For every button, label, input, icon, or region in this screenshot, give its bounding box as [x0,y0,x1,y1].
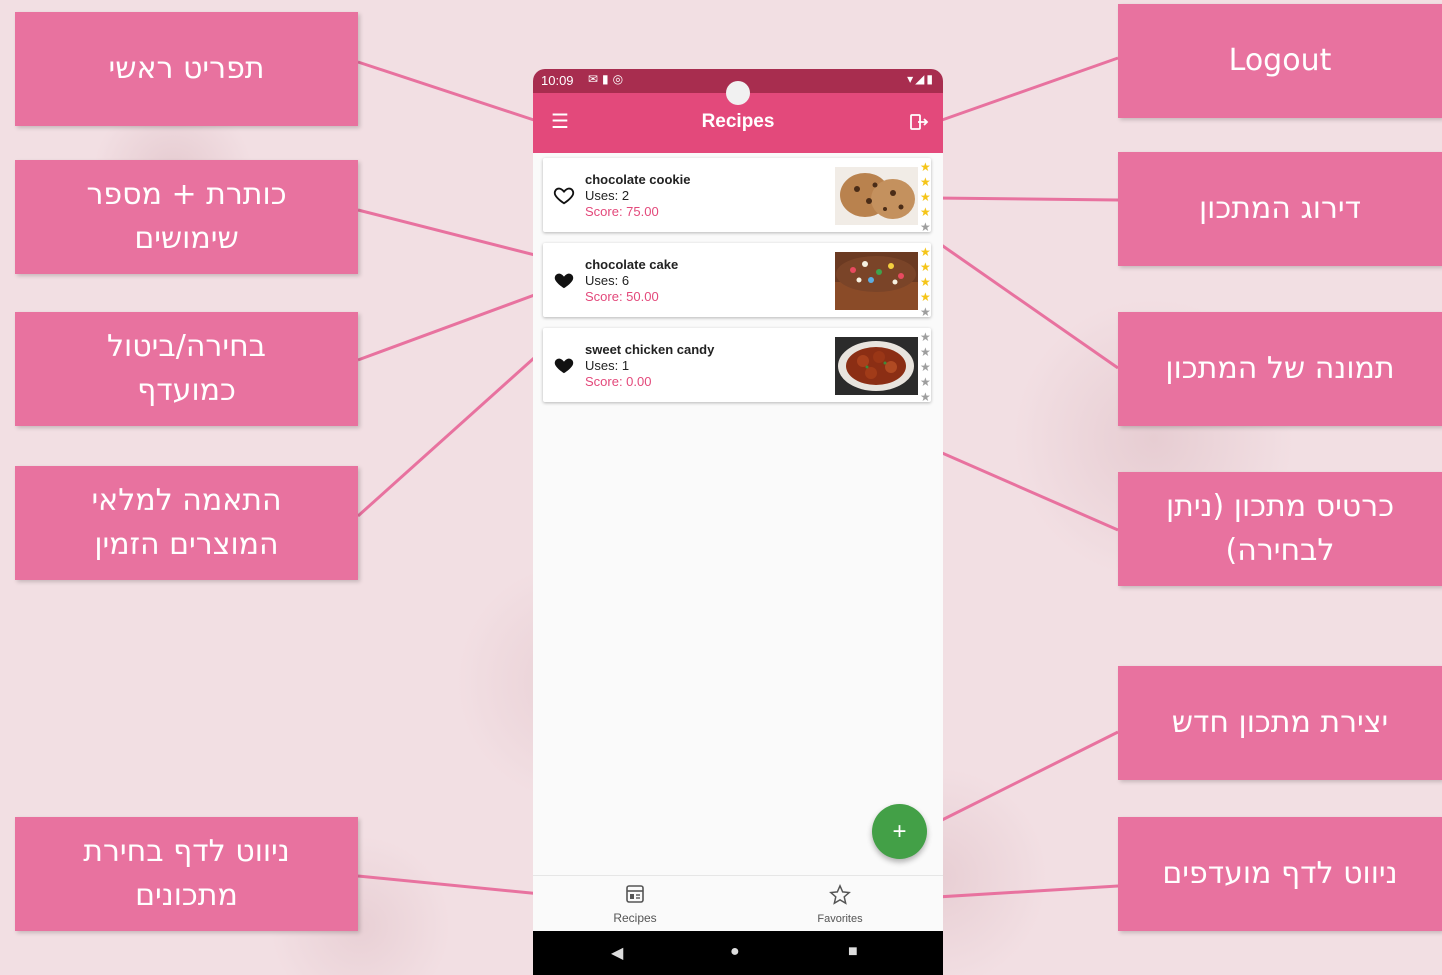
callout-recipe-card-line1: כרטיס מתכון (ניתן [1165,489,1395,524]
nav-favorites-label: Favorites [817,913,863,925]
phone-screen: 10:09 ✉▮◎ ▾◢▮ ☰ Recipes chocolate cookie… [533,69,943,975]
page-title: Recipes [701,111,775,132]
callout-new-recipe-text: יצירת מתכון חדש [1171,705,1389,740]
star-filled-icon: ★ [920,160,931,174]
callout-title-uses: כותרת + מספר שימושים [15,160,358,274]
callout-favorite-toggle: בחירה/ביטול כמועדף [15,312,358,426]
recipe-uses: Uses: 6 [585,273,630,288]
callout-rating-text: דירוג המתכון [1199,191,1361,226]
callout-logout-text: Logout [1228,43,1332,78]
callout-new-recipe: יצירת מתכון חדש [1118,666,1442,780]
callout-nav-recipes-line2: מתכונים [135,878,238,913]
callout-title-uses-line1: כותרת + מספר [86,177,287,212]
callout-rating: דירוג המתכון [1118,152,1442,266]
bottom-navigation: Recipes Favorites [533,875,943,932]
callout-pantry-match: התאמה למלאי המוצרים הזמין [15,466,358,580]
logout-icon[interactable] [909,112,929,132]
star-empty-icon: ★ [920,220,931,234]
nav-recipes[interactable]: Recipes [575,884,695,925]
callout-logout: Logout [1118,4,1442,118]
recipe-name: sweet chicken candy [585,342,715,357]
callout-main-menu: תפריט ראשי [15,12,358,126]
callout-recipe-image: תמונה של המתכון [1118,312,1442,426]
recipe-card[interactable]: chocolate cookie Uses: 2 Score: 75.00 ★ … [543,158,932,235]
status-time: 10:09 [541,73,574,88]
callout-recipe-image-text: תמונה של המתכון [1165,351,1395,386]
system-status-icons: ▾◢▮ [907,72,935,86]
rating-stars: ★ ★ ★ ★ ★ [920,245,932,320]
system-navigation-bar: ◀ ● ■ [533,931,943,975]
rating-stars: ★ ★ ★ ★ ★ [920,330,932,405]
star-empty-icon: ★ [920,360,931,374]
add-recipe-button[interactable]: + [872,804,927,859]
recipe-image [835,252,918,310]
star-filled-icon: ★ [920,260,931,274]
callout-nav-favorites-text: ניווט לדף מועדפים [1162,856,1398,891]
callout-nav-favorites: ניווט לדף מועדפים [1118,817,1442,931]
recipe-card[interactable]: chocolate cake Uses: 6 Score: 50.00 ★ ★ … [543,243,932,320]
star-empty-icon: ★ [920,330,931,344]
star-empty-icon: ★ [920,375,931,389]
star-filled-icon: ★ [920,245,931,259]
recipe-image [835,337,918,395]
callout-main-menu-text: תפריט ראשי [108,51,265,86]
rating-stars: ★ ★ ★ ★ ★ [920,160,932,235]
star-filled-icon: ★ [920,190,931,204]
camera-cutout [726,81,750,105]
star-empty-icon: ★ [920,305,931,319]
callout-nav-recipes-line1: ניווט לדף בחירת [83,834,290,869]
callout-favorite-line1: בחירה/ביטול [106,329,267,364]
recipe-uses: Uses: 2 [585,188,630,203]
recipe-score: Score: 50.00 [585,289,659,304]
star-empty-icon: ★ [920,390,931,404]
recipe-card[interactable]: sweet chicken candy Uses: 1 Score: 0.00 … [543,328,932,405]
recipe-image [835,167,918,225]
recents-icon[interactable]: ■ [848,943,858,961]
star-filled-icon: ★ [920,290,931,304]
nav-recipes-label: Recipes [613,911,657,925]
recipe-name: chocolate cookie [585,172,691,187]
callout-title-uses-line2: שימושים [134,221,239,256]
plus-icon: + [892,818,907,845]
star-filled-icon: ★ [920,205,931,219]
recipe-score: Score: 75.00 [585,204,659,219]
back-icon[interactable]: ◀ [611,943,623,963]
heart-filled-icon[interactable] [553,269,575,291]
heart-outline-icon[interactable] [553,184,575,206]
recipe-score: Score: 0.00 [585,374,652,389]
star-outline-icon [829,884,851,905]
home-icon[interactable]: ● [730,943,740,961]
callout-favorite-line2: כמועדף [137,373,236,408]
callout-nav-recipes: ניווט לדף בחירת מתכונים [15,817,358,931]
nav-favorites[interactable]: Favorites [780,884,900,925]
star-filled-icon: ★ [920,175,931,189]
star-empty-icon: ★ [920,345,931,359]
heart-filled-icon[interactable] [553,354,575,376]
recipe-name: chocolate cake [585,257,679,272]
notification-icons: ✉▮◎ [588,72,628,86]
callout-pantry-line2: המוצרים הזמין [94,527,279,562]
callout-recipe-card-line2: לבחירה) [1225,533,1335,568]
star-filled-icon: ★ [920,275,931,289]
callout-pantry-line1: התאמה למלאי [91,483,282,518]
recipes-nav-icon [626,885,644,903]
recipe-uses: Uses: 1 [585,358,630,373]
callout-recipe-card: כרטיס מתכון (ניתן לבחירה) [1118,472,1442,586]
